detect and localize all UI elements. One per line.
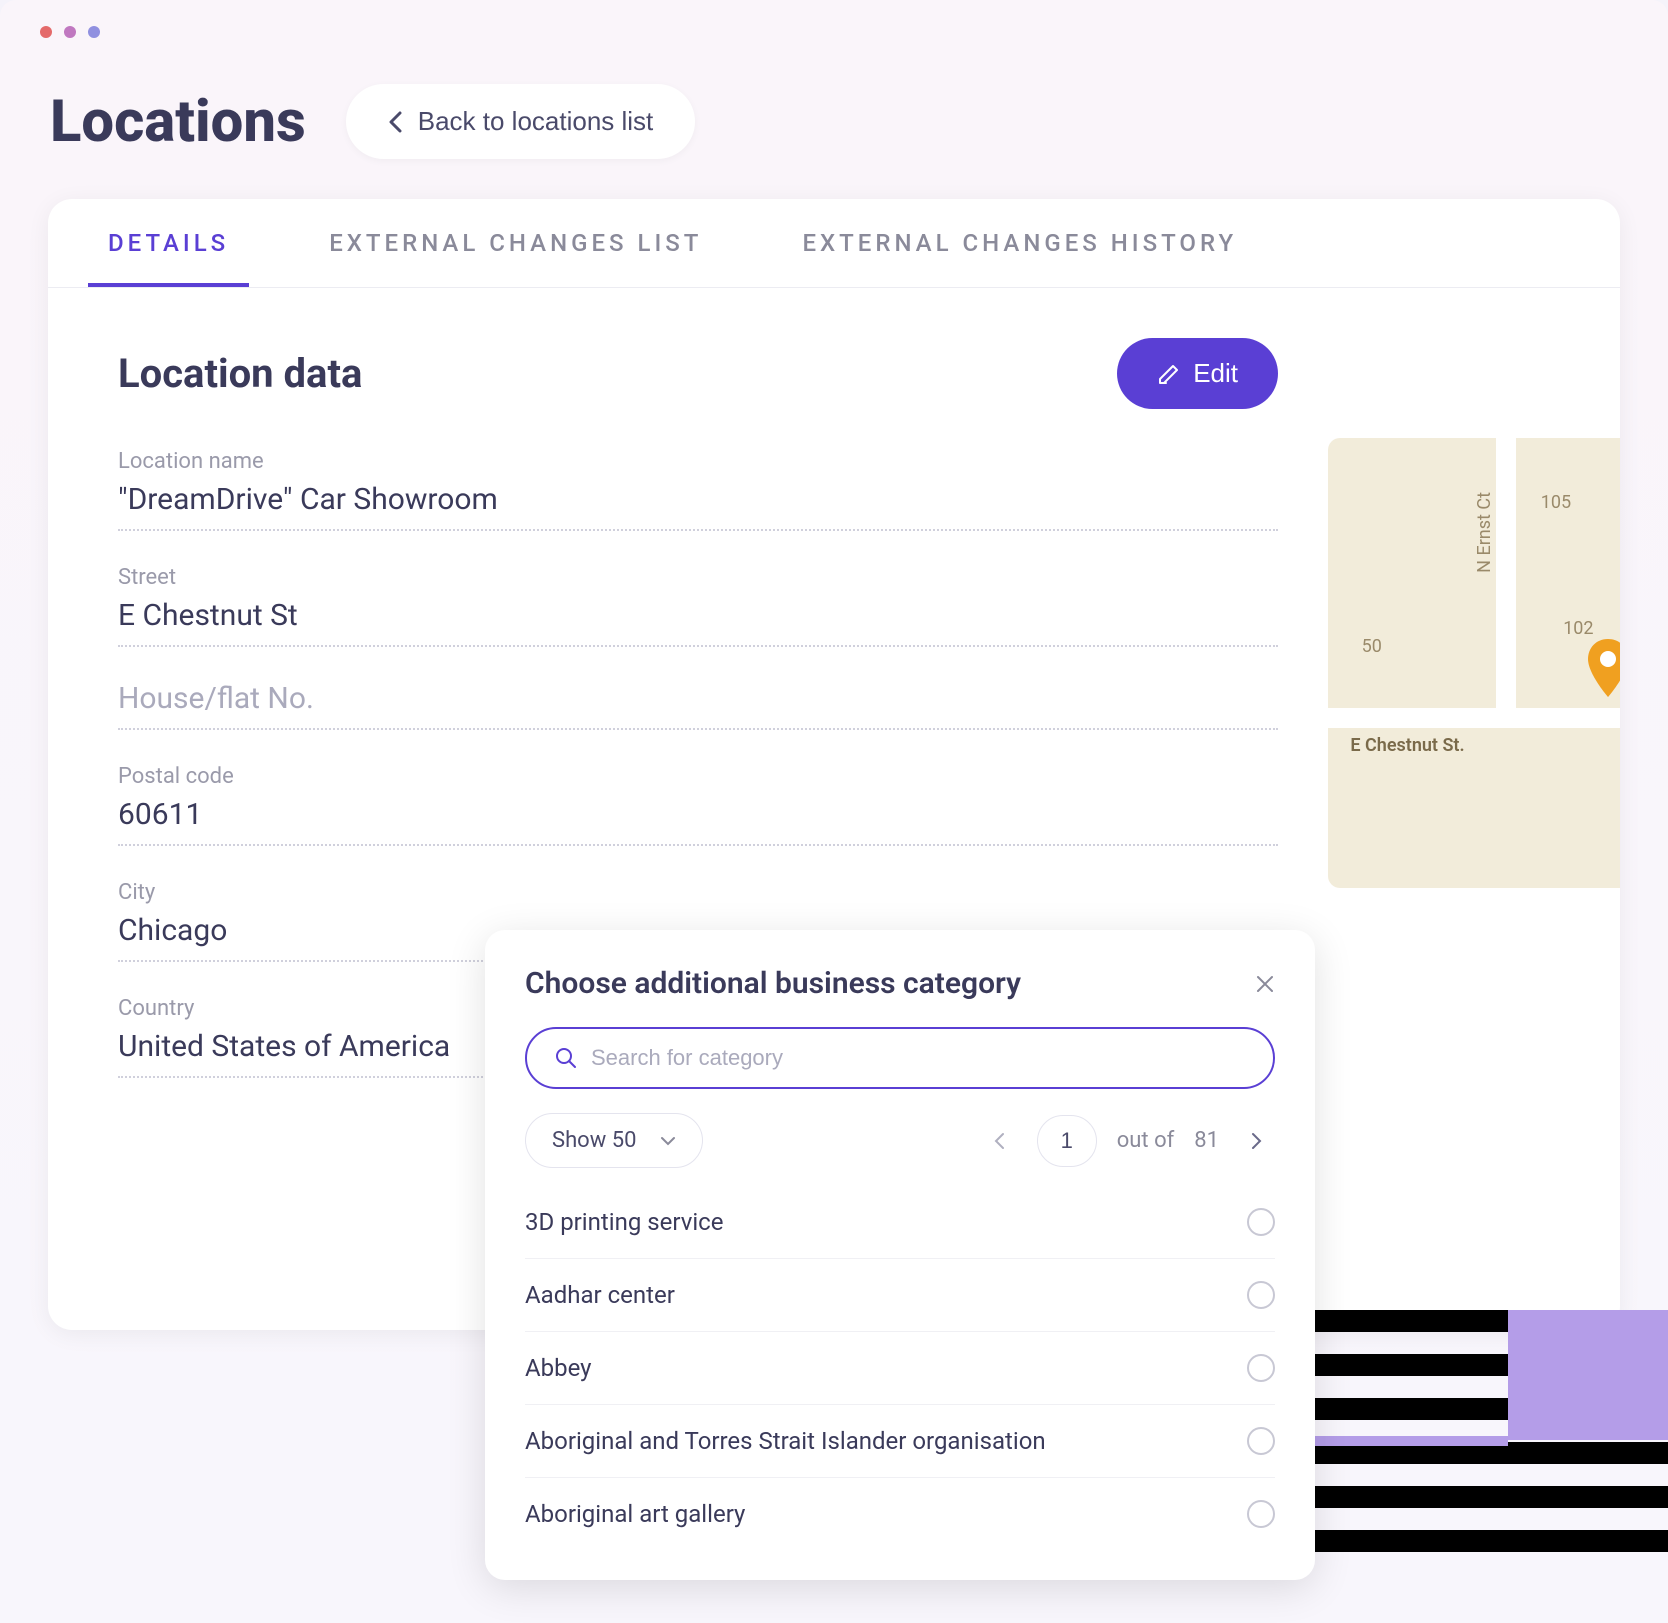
field-label: Postal code — [118, 764, 1278, 789]
field-street: Street E Chestnut St — [118, 565, 1278, 647]
search-wrap[interactable] — [525, 1027, 1275, 1089]
field-label: Street — [118, 565, 1278, 590]
field-value: 60611 — [118, 797, 1278, 846]
map[interactable]: 876 105 102 50 N Ernst Ct E Chestnut St.… — [1328, 438, 1620, 888]
page-title: Locations — [50, 88, 306, 156]
back-button-label: Back to locations list — [418, 106, 654, 137]
map-column: 876 105 102 50 N Ernst Ct E Chestnut St.… — [1328, 338, 1620, 1280]
option-label: Aboriginal and Torres Strait Islander or… — [525, 1427, 1046, 1455]
tabs: DETAILS EXTERNAL CHANGES LIST EXTERNAL C… — [48, 199, 1620, 288]
radio-icon[interactable] — [1247, 1500, 1275, 1528]
chevron-left-icon — [993, 1132, 1005, 1150]
show-select-label: Show 50 — [552, 1128, 636, 1153]
page-input[interactable] — [1037, 1115, 1097, 1167]
category-option[interactable]: 3D printing service — [525, 1186, 1275, 1259]
category-modal: Choose additional business category Show… — [485, 930, 1315, 1580]
pager-total: 81 — [1194, 1128, 1219, 1153]
tab-external-changes-list[interactable]: EXTERNAL CHANGES LIST — [309, 199, 722, 287]
tab-details[interactable]: DETAILS — [88, 199, 249, 287]
radio-icon[interactable] — [1247, 1354, 1275, 1382]
close-icon — [1255, 974, 1275, 994]
search-icon — [555, 1047, 577, 1069]
window-minimize-dot[interactable] — [64, 26, 76, 38]
map-street-label: E Chestnut St. — [1350, 735, 1464, 756]
pager: Show 50 out of 81 — [525, 1113, 1275, 1168]
page-header: Locations Back to locations list — [0, 64, 1668, 199]
radio-icon[interactable] — [1247, 1427, 1275, 1455]
edit-button-label: Edit — [1193, 358, 1238, 389]
category-option[interactable]: Aadhar center — [525, 1259, 1275, 1332]
pager-out-of: out of — [1117, 1128, 1175, 1153]
radio-icon[interactable] — [1247, 1281, 1275, 1309]
radio-icon[interactable] — [1247, 1208, 1275, 1236]
edit-button[interactable]: Edit — [1117, 338, 1278, 409]
map-building-number: 105 — [1541, 492, 1571, 513]
option-label: 3D printing service — [525, 1208, 723, 1236]
option-label: Aboriginal art gallery — [525, 1500, 745, 1528]
search-input[interactable] — [591, 1045, 1245, 1071]
option-label: Abbey — [525, 1354, 592, 1382]
modal-title: Choose additional business category — [525, 966, 1021, 1001]
field-house: House/flat No. — [118, 681, 1278, 730]
field-value: House/flat No. — [118, 681, 1278, 730]
pencil-icon — [1157, 362, 1181, 386]
field-value: E Chestnut St — [118, 598, 1278, 647]
category-option[interactable]: Abbey — [525, 1332, 1275, 1405]
chevron-down-icon — [660, 1136, 676, 1146]
chevron-left-icon — [388, 111, 402, 133]
field-value: "DreamDrive" Car Showroom — [118, 482, 1278, 531]
chevron-right-icon — [1251, 1132, 1263, 1150]
window-maximize-dot[interactable] — [88, 26, 100, 38]
prev-page-button[interactable] — [981, 1124, 1017, 1158]
window-titlebar — [0, 0, 1668, 64]
field-location-name: Location name "DreamDrive" Car Showroom — [118, 449, 1278, 531]
category-option[interactable]: Aboriginal and Torres Strait Islander or… — [525, 1405, 1275, 1478]
option-list: 3D printing service Aadhar center Abbey … — [525, 1186, 1275, 1550]
category-option[interactable]: Aboriginal art gallery — [525, 1478, 1275, 1550]
field-label: City — [118, 880, 1278, 905]
map-building-number: 50 — [1362, 636, 1382, 657]
map-street-label: N Ernst Ct — [1474, 492, 1495, 573]
close-button[interactable] — [1255, 974, 1275, 994]
location-data-title: Location data — [118, 350, 362, 397]
map-pin-icon — [1584, 639, 1620, 699]
option-label: Aadhar center — [525, 1281, 675, 1309]
window-close-dot[interactable] — [40, 26, 52, 38]
next-page-button[interactable] — [1239, 1124, 1275, 1158]
tab-external-changes-history[interactable]: EXTERNAL CHANGES HISTORY — [782, 199, 1257, 287]
back-button[interactable]: Back to locations list — [346, 84, 696, 159]
map-building-number: 102 — [1563, 618, 1593, 639]
field-label: Location name — [118, 449, 1278, 474]
show-select[interactable]: Show 50 — [525, 1113, 703, 1168]
field-postal: Postal code 60611 — [118, 764, 1278, 846]
